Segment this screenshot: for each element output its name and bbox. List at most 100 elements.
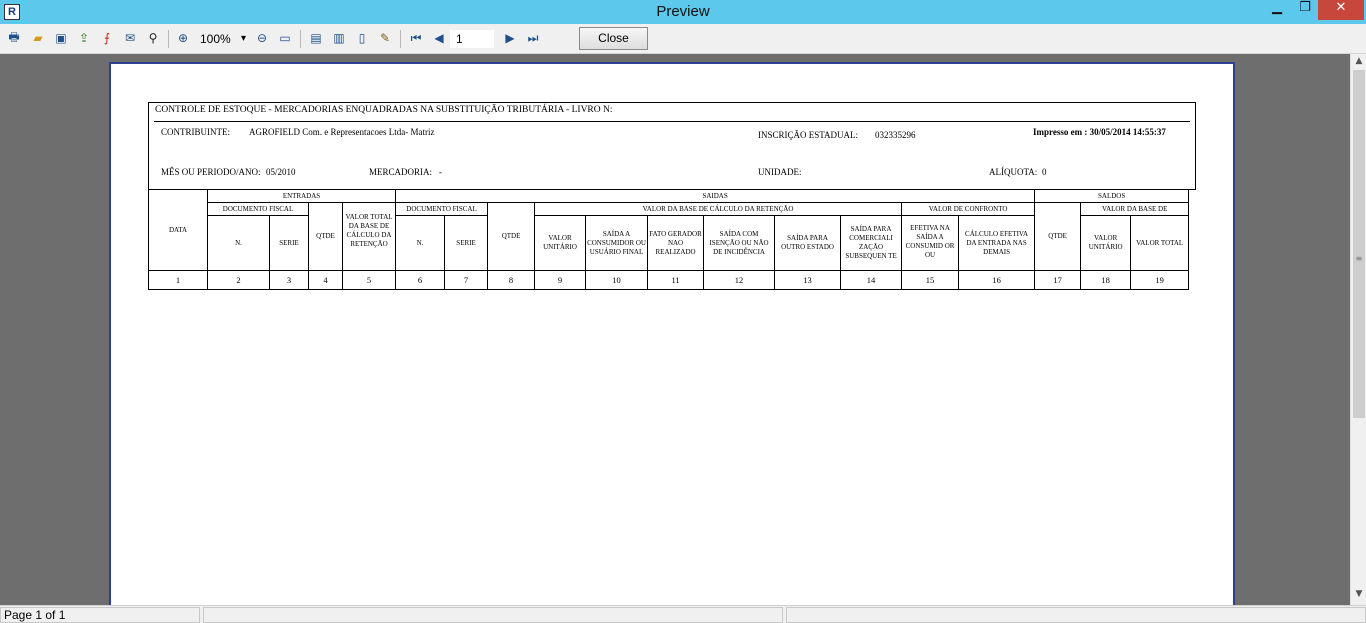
report-header: CONTROLE DE ESTOQUE - MERCADORIAS ENQUAD… [148,102,1196,190]
col-number: 11 [647,270,705,290]
page-number-input[interactable]: 1 [450,30,494,48]
prev-page-icon[interactable]: ◀ [431,30,447,46]
edit-icon[interactable]: ✎ [377,30,393,46]
zoom-in-icon[interactable]: ⊕ [175,30,191,46]
col-efetiva-saida-text: EFETIVA NA SAÍDA A CONSUMID OR OU [905,224,955,259]
close-window-button[interactable]: ✕ [1318,0,1364,20]
title-bar: R Preview ▁ ❐ ✕ [0,0,1366,24]
zoom-select[interactable]: 100% [200,31,246,47]
table-row: 1 2 3 4 5 6 7 8 9 10 11 12 13 14 15 16 1 [148,270,1190,290]
multi-page-icon[interactable]: ▥ [331,30,347,46]
col-n-saidas: N. [395,215,446,271]
col-data: DATA [148,189,208,271]
maximize-button[interactable]: ❐ [1290,0,1320,20]
col-number: 3 [269,270,309,290]
status-panel [786,607,1366,623]
col-number: 5 [341,270,397,290]
page-info: Page 1 of 1 [0,607,200,623]
scroll-thumb[interactable]: ≡ [1353,70,1365,418]
mercadoria-value: - [439,167,442,177]
col-valor-confronto: VALOR DE CONFRONTO [901,202,1036,216]
col-number: 18 [1080,270,1132,290]
col-number: 1 [148,270,208,290]
mes-label: MÊS OU PERIODO/ANO: [161,167,261,177]
col-serie-saidas: SERIE [444,215,489,271]
contribuinte-value: AGROFIELD Com. e Representacoes Ltda- Ma… [249,127,435,137]
preview-area: CONTROLE DE ESTOQUE - MERCADORIAS ENQUAD… [0,54,1350,605]
next-page-icon[interactable]: ▶ [502,30,518,46]
col-qtde-saidas: QTDE [487,202,536,271]
stock-table: DATA ENTRADAS SAIDAS SALDOS DOCUMENTO FI… [148,189,1190,290]
toolbar: 🖶 ▰ ▣ ⇪ ⨍ ✉ ⚲ ⊕ 100% ⊖ ▭ ▤ ▥ ▯ ✎ ⏮ ◀ 1 ▶… [0,24,1366,54]
scroll-down-icon[interactable]: ▼ [1351,589,1366,603]
col-serie-entradas: SERIE [269,215,309,271]
col-number: 4 [308,270,343,290]
col-number: 13 [774,270,842,290]
divider [154,121,1190,122]
col-number: 9 [534,270,587,290]
book-view-icon[interactable]: ▯ [354,30,370,46]
status-bar: Page 1 of 1 [0,605,1366,623]
vertical-scrollbar[interactable]: ▲ ≡ ▼ [1350,54,1366,605]
toolbar-separator [168,30,169,48]
col-qtde-saldos: QTDE [1034,202,1082,271]
report-title: CONTROLE DE ESTOQUE - MERCADORIAS ENQUAD… [155,105,613,115]
col-number: 8 [487,270,536,290]
col-efetiva-saida: EFETIVA NA SAÍDA A CONSUMID OR OU [901,215,960,271]
inscricao-value: 032335296 [875,130,916,140]
col-number: 15 [901,270,960,290]
col-number: 7 [444,270,489,290]
toolbar-separator [300,30,301,48]
col-fato-gerador: FATO GERADOR NAO REALIZADO [647,215,705,271]
col-doc-fiscal-saidas: DOCUMENTO FISCAL [395,202,489,216]
printed-at: Impresso em : 30/05/2014 14:55:37 [1033,127,1166,137]
pdf-icon[interactable]: ⨍ [99,30,115,46]
contribuinte-label: CONTRIBUINTE: [161,127,230,137]
export-icon[interactable]: ⇪ [76,30,92,46]
close-button[interactable]: Close [579,27,648,50]
full-screen-icon[interactable]: ▭ [277,30,293,46]
find-icon[interactable]: ⚲ [145,30,161,46]
col-number: 16 [958,270,1036,290]
save-icon[interactable]: ▣ [53,30,69,46]
col-qtde-entradas: QTDE [308,202,343,271]
col-valor-base-retencao: VALOR DA BASE DE CÁLCULO DA RETENÇÃO [534,202,903,216]
first-page-icon[interactable]: ⏮ [408,30,424,46]
col-number: 17 [1034,270,1082,290]
aliquota-label: ALÍQUOTA: [989,167,1038,177]
col-saidas: SAIDAS [395,189,1036,203]
col-number: 10 [585,270,649,290]
col-saida-outro-estado: SAÍDA PARA OUTRO ESTADO [774,215,842,271]
col-number: 6 [395,270,446,290]
col-valor-unitario: VALOR UNITÁRIO [534,215,587,271]
single-page-icon[interactable]: ▤ [308,30,324,46]
email-icon[interactable]: ✉ [122,30,138,46]
col-saida-comercializacao: SAÍDA PARA COMERCIALI ZAÇÃO SUBSEQUEN TE [840,215,903,271]
col-valor-total-base-text: VALOR TOTAL DA BASE DE CÁLCULO DA RETENÇ… [345,212,393,248]
aliquota-value: 0 [1042,167,1047,177]
col-number: 12 [703,270,776,290]
col-saida-isencao: SAÍDA COM ISENÇÃO OU NÃO DE INCIDÊNCIA [703,215,776,271]
col-valor-total-base: VALOR TOTAL DA BASE DE CÁLCULO DA RETENÇ… [341,202,397,271]
grip-icon: ≡ [1355,254,1363,263]
col-calculo-efetiva: CÁLCULO EFETIVA DA ENTRADA NAS DEMAIS [958,215,1036,271]
col-n-entradas: N. [207,215,270,271]
col-doc-fiscal-entradas: DOCUMENTO FISCAL [207,202,309,216]
col-entradas: ENTRADAS [206,189,397,203]
report-page: CONTROLE DE ESTOQUE - MERCADORIAS ENQUAD… [109,62,1235,605]
last-page-icon[interactable]: ⏭ [525,30,541,46]
col-valor-base-de: VALOR DA BASE DE [1080,202,1190,216]
toolbar-separator [400,30,401,48]
window-title: Preview [656,3,710,20]
zoom-out-icon[interactable]: ⊖ [254,30,270,46]
scroll-up-icon[interactable]: ▲ [1351,56,1366,70]
mercadoria-label: MERCADORIA: [369,167,433,177]
status-panel [203,607,783,623]
col-number: 2 [207,270,270,290]
minimize-button[interactable]: ▁ [1262,0,1292,20]
col-number: 14 [840,270,903,290]
col-valor-total-saldos: VALOR TOTAL [1130,215,1190,271]
col-saida-consumidor: SAÍDA A CONSUMIDOR OU USUÁRIO FINAL [585,215,649,271]
open-folder-icon[interactable]: ▰ [30,30,46,46]
print-icon[interactable]: 🖶 [6,30,22,46]
